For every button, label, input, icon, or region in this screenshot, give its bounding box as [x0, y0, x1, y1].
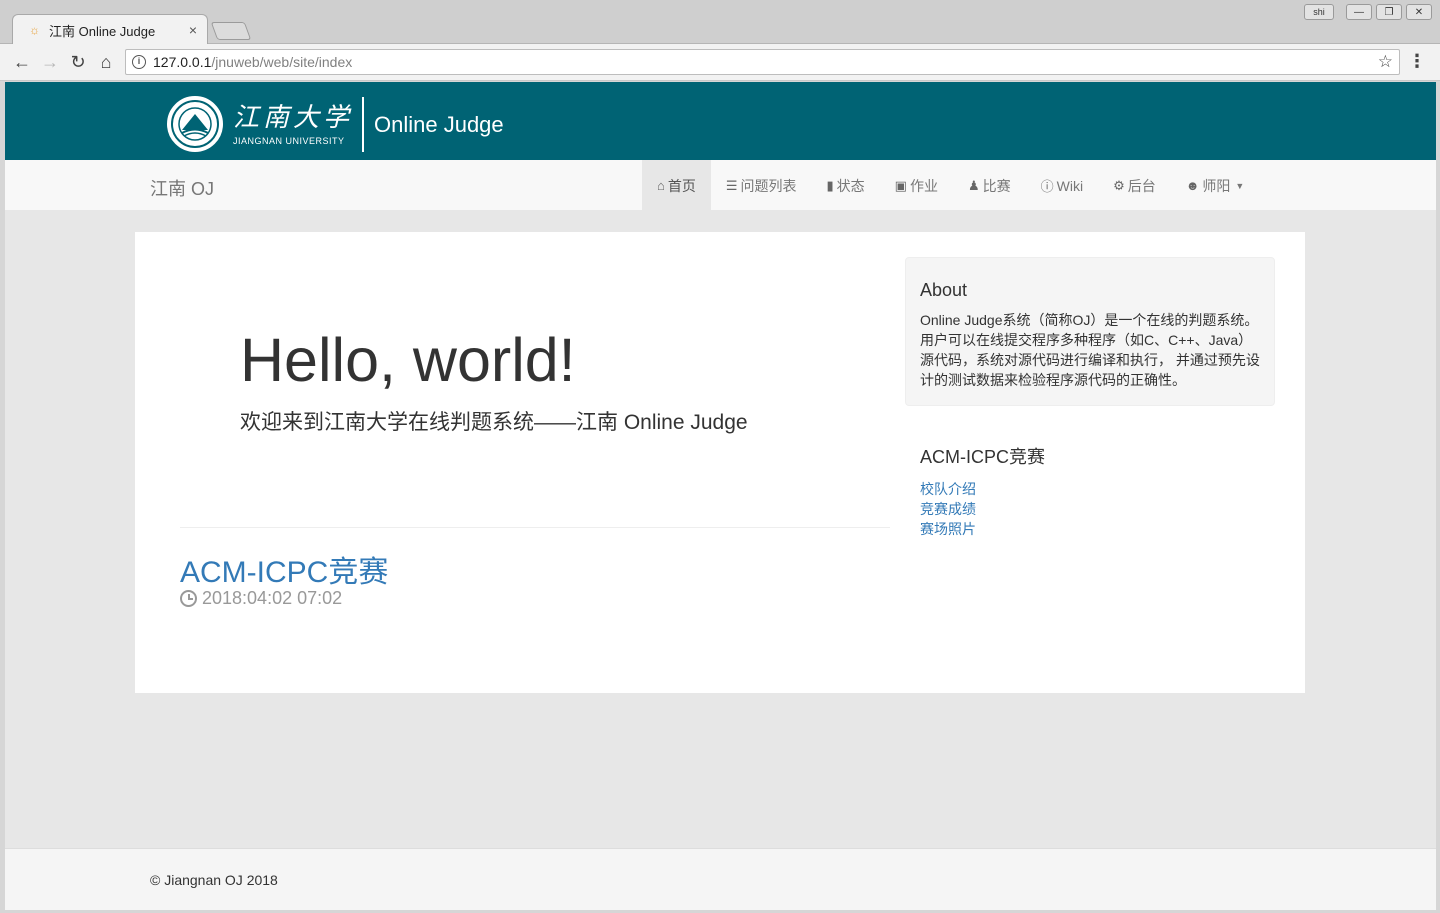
home-icon: ⌂: [657, 178, 665, 193]
hero-title: Hello, world!: [240, 326, 576, 394]
new-tab-button[interactable]: [210, 22, 252, 40]
nav-item-label: 比赛: [982, 177, 1011, 194]
web-page: 江南大学 JIANGNAN UNIVERSITY Online Judge 江南…: [5, 82, 1436, 910]
post-date: 2018:04:02 07:02: [180, 588, 342, 609]
trophy-icon: ♟: [967, 177, 980, 193]
sidebar-link-photos[interactable]: 赛场照片: [920, 519, 1260, 539]
nav-item-contest[interactable]: ♟ 比赛: [953, 160, 1026, 211]
divider: [180, 527, 890, 528]
url-host: 127.0.0.1: [153, 54, 212, 70]
nav-item-label: 师阳: [1202, 177, 1231, 194]
favicon-icon: ☼: [29, 23, 40, 37]
sidebar-link-team[interactable]: 校队介绍: [920, 479, 1260, 499]
nav-item-homework[interactable]: ▣ 作业: [880, 160, 953, 211]
nav-item-label: 状态: [836, 177, 865, 194]
close-window-icon[interactable]: ✕: [1406, 4, 1432, 20]
back-arrow-icon[interactable]: ←: [11, 51, 33, 73]
site-title: Online Judge: [374, 112, 504, 137]
sidebar-link-results[interactable]: 竞赛成绩: [920, 499, 1260, 519]
nav-item-label: 问题列表: [740, 177, 797, 194]
about-panel: About Online Judge系统（简称OJ）是一个在线的判题系统。用户可…: [905, 257, 1275, 406]
browser-tab[interactable]: ☼ 江南 Online Judge ×: [12, 14, 208, 45]
url-path: /jnuweb/web/site/index: [211, 54, 353, 70]
post-date-text: 2018:04:02 07:02: [202, 588, 343, 608]
home-page-icon[interactable]: ⌂: [95, 51, 117, 73]
nav-item-admin[interactable]: ⚙ 后台: [1098, 160, 1171, 211]
caret-down-icon: ▼: [1235, 180, 1245, 191]
book-icon: ▣: [894, 177, 907, 193]
site-info-icon[interactable]: i: [132, 55, 146, 69]
logo-english-text: JIANGNAN UNIVERSITY: [233, 135, 345, 146]
footer-text: © Jiangnan OJ 2018: [150, 872, 278, 888]
forward-arrow-icon[interactable]: →: [39, 51, 61, 73]
site-header: 江南大学 JIANGNAN UNIVERSITY Online Judge: [5, 82, 1436, 160]
user-icon: ☻: [1185, 178, 1200, 193]
university-emblem-icon: [167, 96, 223, 152]
reload-icon[interactable]: ↻: [67, 51, 89, 73]
window-controls: shi — ❐ ✕: [1304, 4, 1432, 20]
university-logo[interactable]: 江南大学 JIANGNAN UNIVERSITY: [167, 96, 353, 152]
clock-icon: [180, 590, 197, 607]
maximize-icon[interactable]: ❐: [1376, 4, 1402, 20]
nav-item-label: 作业: [909, 177, 938, 194]
nav-item-status[interactable]: ▮ 状态: [812, 160, 880, 211]
gear-icon: ⚙: [1113, 177, 1125, 193]
browser-tabstrip: ☼ 江南 Online Judge × shi — ❐ ✕: [0, 0, 1440, 45]
tab-close-icon[interactable]: ×: [189, 22, 197, 38]
tab-title: 江南 Online Judge: [49, 23, 156, 39]
nav-item-label: Wiki: [1056, 177, 1084, 194]
window-user-button[interactable]: shi: [1304, 4, 1334, 20]
nav-item-user-dropdown[interactable]: ☻ 师阳 ▼: [1171, 160, 1260, 211]
signal-icon: ▮: [826, 177, 834, 193]
browser-toolbar: ← → ↻ ⌂ i 127.0.0.1/jnuweb/web/site/inde…: [0, 44, 1440, 81]
about-text: Online Judge系统（简称OJ）是一个在线的判题系统。用户可以在线提交程…: [920, 312, 1260, 388]
main-content: Hello, world! 欢迎来到江南大学在线判题系统——江南 Online …: [135, 232, 1305, 693]
logo-chinese-text: 江南大学: [233, 102, 354, 133]
nav-item-problems[interactable]: ☰ 问题列表: [711, 160, 812, 211]
url-bar[interactable]: i 127.0.0.1/jnuweb/web/site/index ☆: [125, 49, 1400, 75]
main-navbar: 江南 OJ ⌂ 首页 ☰ 问题列表 ▮ 状态 ▣ 作业 ♟ 比赛 ⓘ Wiki …: [5, 160, 1436, 211]
nav-item-wiki[interactable]: ⓘ Wiki: [1026, 160, 1098, 211]
nav-item-home[interactable]: ⌂ 首页: [642, 160, 711, 211]
sidebar-section-title: ACM-ICPC竞赛: [920, 447, 1045, 467]
logo-divider: [362, 97, 364, 152]
bookmark-star-icon[interactable]: ☆: [1378, 52, 1393, 72]
post-title-link[interactable]: ACM-ICPC竞赛: [180, 547, 388, 591]
browser-menu-icon[interactable]: ⋮: [1408, 51, 1426, 72]
nav-item-label: 后台: [1127, 177, 1156, 194]
info-icon: ⓘ: [1040, 179, 1054, 194]
minimize-icon[interactable]: —: [1346, 4, 1372, 20]
list-icon: ☰: [725, 177, 738, 193]
nav-item-label: 首页: [667, 177, 696, 194]
hero-subtitle: 欢迎来到江南大学在线判题系统——江南 Online Judge: [240, 411, 748, 434]
site-footer: © Jiangnan OJ 2018: [5, 848, 1436, 910]
navbar-brand[interactable]: 江南 OJ: [150, 175, 214, 201]
sidebar-section: ACM-ICPC竞赛 校队介绍 竞赛成绩 赛场照片: [920, 443, 1260, 539]
nav-menu: ⌂ 首页 ☰ 问题列表 ▮ 状态 ▣ 作业 ♟ 比赛 ⓘ Wiki ⚙ 后台 ☻…: [642, 160, 1259, 211]
about-title: About: [920, 280, 968, 300]
